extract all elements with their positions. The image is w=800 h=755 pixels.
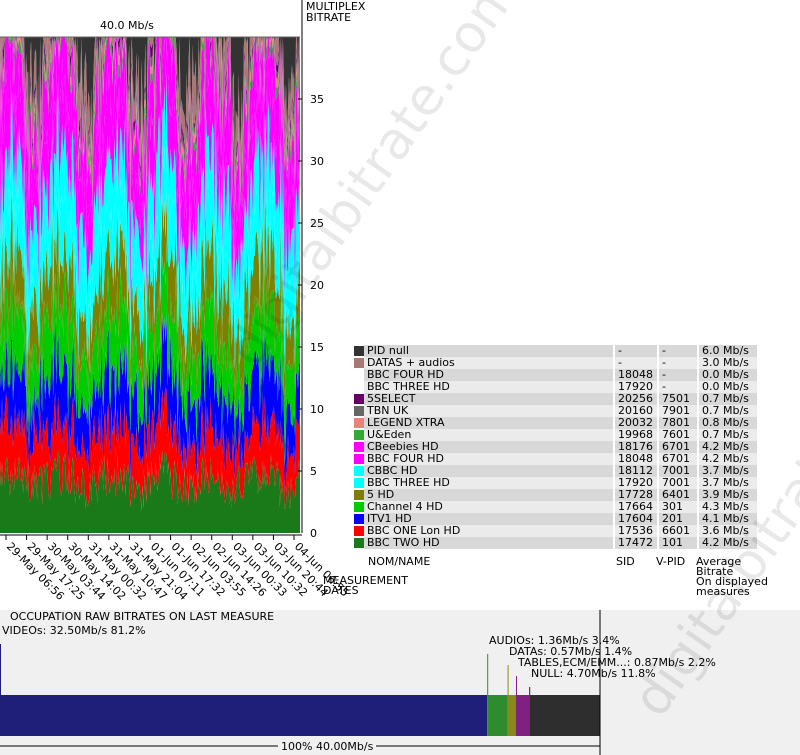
- occupation-panel: OCCUPATION RAW BITRATES ON LAST MEASURE …: [0, 610, 800, 755]
- legend-swatch: [354, 454, 364, 464]
- legend-name: BBC TWO HD: [364, 537, 613, 549]
- legend-swatch-cell: [354, 537, 364, 549]
- legend-swatch-cell: [354, 417, 364, 429]
- legend-bitrate: 4.2 Mb/s: [699, 537, 757, 549]
- legend-row: 5SELECT 20256 7501 0.7 Mb/s: [354, 393, 757, 405]
- y-tick-label: 25: [310, 217, 324, 230]
- legend-swatch: [354, 442, 364, 452]
- y-tick-label: 5: [310, 465, 317, 478]
- stacked-area-group: [0, 37, 300, 533]
- occupation-segment: [0, 695, 488, 736]
- legend-swatch: [354, 538, 364, 548]
- legend-row: Channel 4 HD 17664 301 4.3 Mb/s: [354, 501, 757, 513]
- seg-label-videos: VIDEOs: 32.50Mb/s 81.2%: [2, 624, 146, 637]
- legend-swatch-cell: [354, 501, 364, 513]
- legend-col-name: NOM/NAME: [368, 555, 431, 568]
- legend-swatch-cell: [354, 477, 364, 489]
- y-axis-label: MULTIPLEX BITRATE: [306, 0, 366, 24]
- legend-swatch: [354, 382, 364, 392]
- legend-swatch-cell: [354, 357, 364, 369]
- legend-sid: 17472: [615, 537, 657, 549]
- y-tick-label-zero: 0: [310, 527, 317, 540]
- y-tick-label: 15: [310, 341, 324, 354]
- legend-row: BBC TWO HD 17472 101 4.2 Mb/s: [354, 537, 757, 549]
- legend-swatch-cell: [354, 369, 364, 381]
- legend-row: LEGEND XTRA 20032 7801 0.8 Mb/s: [354, 417, 757, 429]
- legend-swatch: [354, 346, 364, 356]
- legend-col-avg-4: measures: [696, 585, 750, 598]
- occupation-segment: [516, 695, 530, 736]
- chart-top-label: 40.0 Mb/s: [100, 19, 154, 32]
- legend-swatch: [354, 478, 364, 488]
- legend-col-vpid: V-PID: [656, 555, 686, 568]
- legend-swatch: [354, 514, 364, 524]
- legend-swatch: [354, 502, 364, 512]
- y-tick-label: 20: [310, 279, 324, 292]
- legend-swatch-cell: [354, 441, 364, 453]
- legend-swatch-cell: [354, 453, 364, 465]
- legend-swatch: [354, 394, 364, 404]
- x-axis-label-text: MEASUREMENT DATES: [323, 574, 408, 597]
- legend-swatch-cell: [354, 513, 364, 525]
- legend-swatch-cell: [354, 381, 364, 393]
- seg-label-null: NULL: 4.70Mb/s 11.8%: [531, 667, 656, 680]
- legend-swatch-cell: [354, 345, 364, 357]
- legend-swatch-cell: [354, 489, 364, 501]
- legend-swatch: [354, 466, 364, 476]
- occupation-segment: [507, 695, 516, 736]
- x-axis-label: MEASUREMENT DATES: [323, 574, 413, 597]
- bitrate-chart: 5 10 15 20 25 30 35 0 29-May 06:56 29-May 17:25 30…: [0, 0, 800, 610]
- occupation-segment: [487, 695, 508, 736]
- y-tick-label: 30: [310, 155, 324, 168]
- legend-swatch: [354, 406, 364, 416]
- occupation-segment: [529, 695, 600, 736]
- legend-swatch: [354, 490, 364, 500]
- occupation-total-label: 100% 40.00Mb/s: [278, 740, 377, 753]
- legend-swatch: [354, 430, 364, 440]
- legend-swatch-cell: [354, 429, 364, 441]
- legend-swatch-cell: [354, 525, 364, 537]
- legend-col-sid: SID: [616, 555, 635, 568]
- legend-swatch: [354, 526, 364, 536]
- legend-col-avg: Average Bitrate On displayed measures: [696, 556, 768, 598]
- legend-swatch: [354, 418, 364, 428]
- legend-swatch-cell: [354, 465, 364, 477]
- legend-body: PID null - -6.0 Mb/s DATAS + audios - -3.0 Mb…: [354, 345, 757, 549]
- y-tick-label: 10: [310, 403, 324, 416]
- legend-swatch-cell: [354, 405, 364, 417]
- legend-swatch-cell: [354, 393, 364, 405]
- legend-swatch: [354, 358, 364, 368]
- y-tick-label: 35: [310, 93, 324, 106]
- legend-row: BBC THREE HD 17920 7001 3.7 Mb/s: [354, 477, 757, 489]
- legend-swatch: [354, 370, 364, 380]
- legend-table: PID null - -6.0 Mb/s DATAS + audios - -3.0 Mb…: [354, 345, 757, 549]
- legend-vpid: 101: [659, 537, 697, 549]
- legend-name: BBC THREE HD: [364, 477, 613, 489]
